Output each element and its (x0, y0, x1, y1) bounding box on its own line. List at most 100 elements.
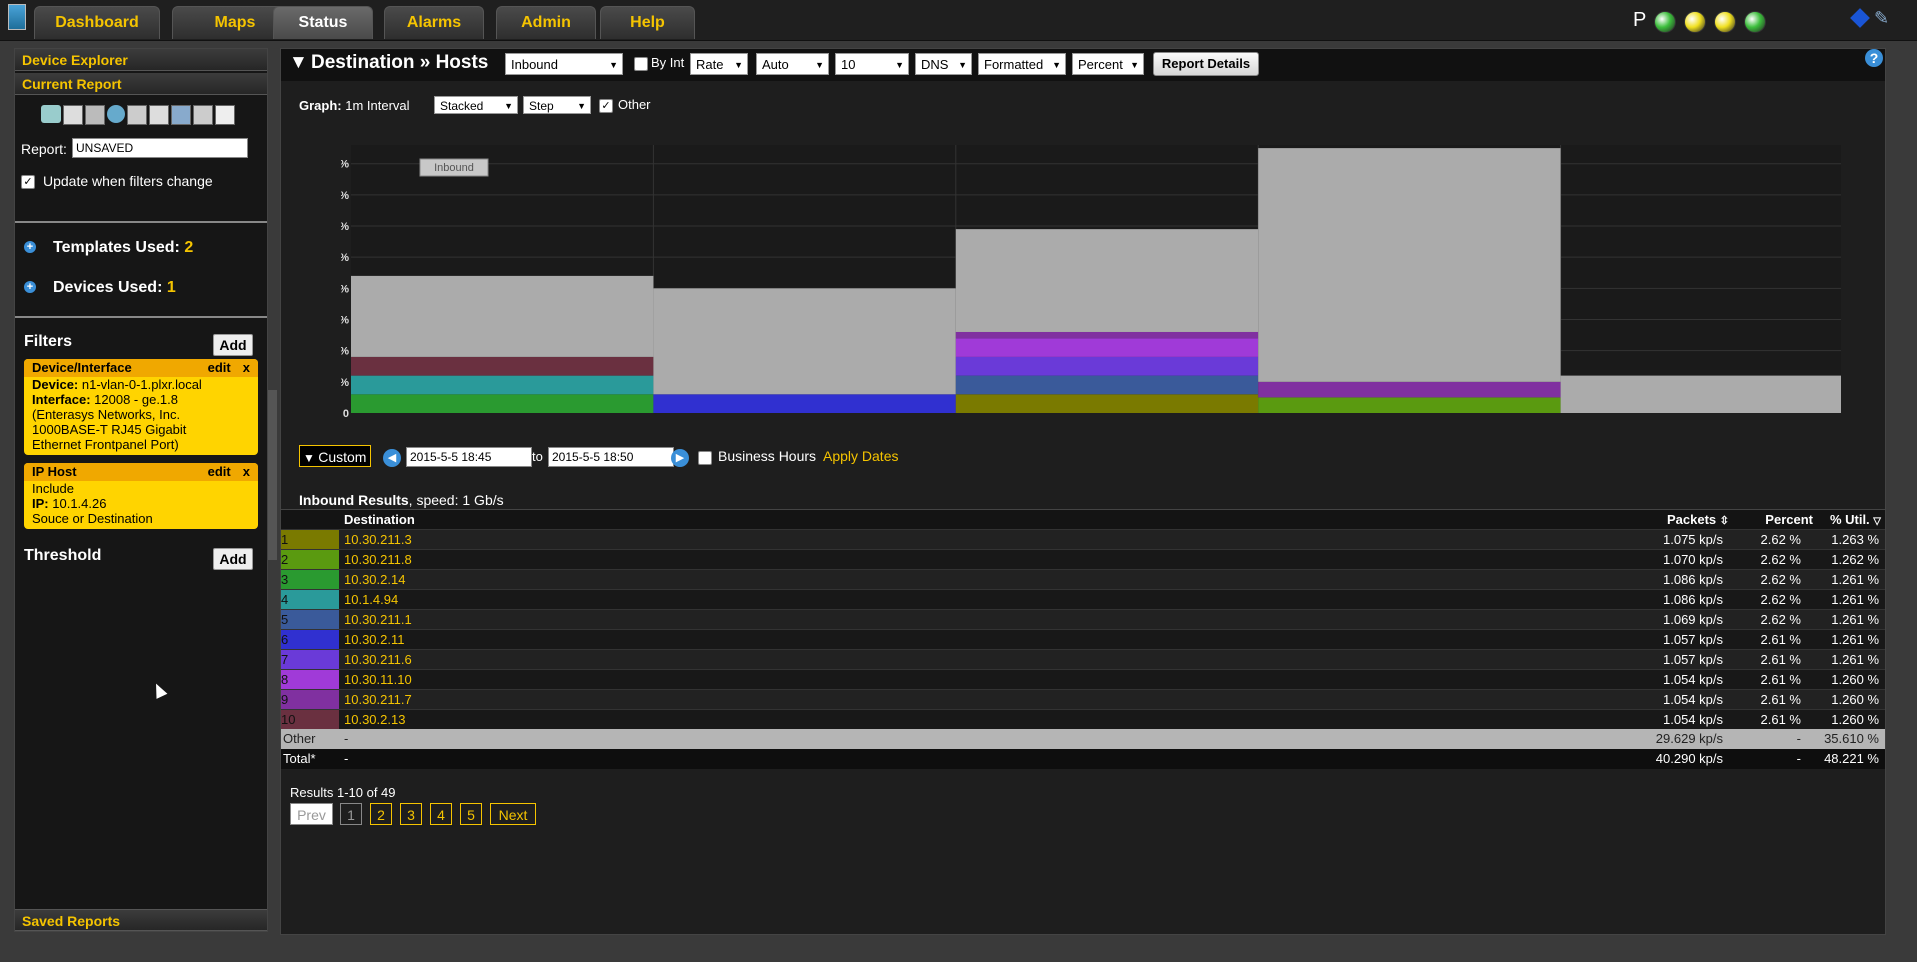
collapse-arrow-icon[interactable]: ▼ (289, 52, 308, 74)
graph-mode-select[interactable]: Stacked (434, 96, 518, 115)
column-util[interactable]: % Util. ▽ (1821, 510, 1881, 530)
row-destination-link[interactable]: 10.30.211.1 (344, 610, 412, 630)
print-icon[interactable] (127, 105, 147, 125)
panel-splitter[interactable] (268, 390, 277, 560)
apply-dates-link[interactable]: Apply Dates (823, 448, 898, 464)
current-report-header[interactable]: Current Report (15, 73, 267, 95)
page-3-button[interactable]: 3 (400, 803, 422, 825)
email-icon[interactable] (171, 105, 191, 125)
new-report-icon[interactable] (41, 105, 61, 123)
filter-title: IP Host (32, 464, 77, 479)
table-row[interactable]: 7 10.30.211.6 1.057 kp/s 2.61 % 1.261 % (281, 649, 1885, 670)
row-destination-link[interactable]: 10.30.211.8 (344, 550, 412, 570)
scale-select[interactable]: Auto (756, 53, 829, 76)
threshold-label: Threshold (24, 547, 102, 564)
table-row[interactable]: 6 10.30.2.11 1.057 kp/s 2.61 % 1.261 % (281, 629, 1885, 650)
column-destination[interactable]: Destination (344, 510, 415, 530)
column-packets-label: Packets (1667, 512, 1717, 527)
devices-used[interactable]: Devices Used: 1 (53, 279, 176, 297)
percent-select[interactable]: Percent (1072, 53, 1144, 76)
expand-templates-icon[interactable]: + (24, 241, 36, 253)
status-led-green-icon[interactable] (1744, 11, 1766, 33)
pdf-icon[interactable] (193, 105, 213, 125)
row-destination-link[interactable]: 10.30.11.10 (344, 670, 412, 690)
status-led-yellow-icon[interactable] (1714, 11, 1736, 33)
y-tick-label: 0 (343, 408, 349, 419)
custom-range-dropdown[interactable]: ▼ Custom (299, 445, 371, 467)
table-row[interactable]: 3 10.30.2.14 1.086 kp/s 2.62 % 1.261 % (281, 569, 1885, 590)
info-diamond-icon[interactable] (1850, 8, 1870, 28)
other-row[interactable]: Other - 29.629 kp/s - 35.610 % (281, 729, 1885, 749)
page-5-button[interactable]: 5 (460, 803, 482, 825)
graph-style-select[interactable]: Step (523, 96, 591, 115)
export-icon[interactable] (149, 105, 169, 125)
row-destination-link[interactable]: 10.30.211.3 (344, 530, 412, 550)
app-logo-icon[interactable] (8, 4, 26, 30)
document-icon[interactable] (215, 105, 235, 125)
row-destination-link[interactable]: 10.30.211.7 (344, 690, 412, 710)
table-row[interactable]: 2 10.30.211.8 1.070 kp/s 2.62 % 1.262 % (281, 549, 1885, 570)
saved-reports-header[interactable]: Saved Reports (15, 909, 267, 931)
prev-page-button[interactable]: Prev (290, 803, 333, 825)
direction-select[interactable]: Inbound (505, 53, 623, 76)
table-row[interactable]: 5 10.30.211.1 1.069 kp/s 2.62 % 1.261 % (281, 609, 1885, 630)
results-summary: Results 1-10 of 49 (290, 785, 396, 800)
tab-admin[interactable]: Admin (496, 6, 596, 39)
y-tick-label: 70 % (341, 190, 349, 202)
business-hours-checkbox[interactable] (698, 451, 712, 465)
remove-filter-icon[interactable]: x (243, 359, 250, 377)
templates-used[interactable]: Templates Used: 2 (53, 239, 193, 257)
row-destination-link[interactable]: 10.30.2.13 (344, 710, 405, 730)
edit-filter-link[interactable]: edit (208, 359, 231, 377)
table-row[interactable]: 8 10.30.11.10 1.054 kp/s 2.61 % 1.260 % (281, 669, 1885, 690)
save-icon[interactable] (63, 105, 83, 125)
table-row[interactable]: 4 10.1.4.94 1.086 kp/s 2.62 % 1.261 % (281, 589, 1885, 610)
status-letter: P (1633, 9, 1647, 31)
help-icon[interactable]: ? (1865, 49, 1883, 67)
remove-filter-icon[interactable]: x (243, 463, 250, 481)
count-select[interactable]: 10 (835, 53, 909, 76)
format-select[interactable]: Formatted (978, 53, 1066, 76)
other-checkbox[interactable]: ✓ (599, 99, 613, 113)
status-led-yellow-icon[interactable] (1684, 11, 1706, 33)
page-2-button[interactable]: 2 (370, 803, 392, 825)
row-destination-link[interactable]: 10.30.211.6 (344, 650, 412, 670)
row-destination-link[interactable]: 10.30.2.11 (344, 630, 404, 650)
table-row[interactable]: 9 10.30.211.7 1.054 kp/s 2.61 % 1.260 % (281, 689, 1885, 710)
column-packets[interactable]: Packets ⇳ (1654, 510, 1729, 530)
tools-icon[interactable]: ✎ (1874, 8, 1889, 29)
add-threshold-button[interactable]: Add (213, 548, 253, 570)
schedule-clock-icon[interactable] (107, 105, 125, 123)
table-row[interactable]: 10 10.30.2.13 1.054 kp/s 2.61 % 1.260 % (281, 709, 1885, 730)
previous-range-icon[interactable]: ◀ (383, 449, 401, 467)
date-to-input[interactable] (548, 447, 674, 467)
rate-select[interactable]: Rate (690, 53, 748, 76)
status-led-green-icon[interactable] (1654, 11, 1676, 33)
report-title: Destination » Hosts (311, 52, 489, 73)
report-name-input[interactable] (72, 138, 248, 158)
next-range-icon[interactable]: ▶ (671, 449, 689, 467)
row-destination-link[interactable]: 10.1.4.94 (344, 590, 398, 610)
table-row[interactable]: 1 10.30.211.3 1.075 kp/s 2.62 % 1.263 % (281, 529, 1885, 550)
column-percent[interactable]: Percent (1751, 510, 1813, 530)
page-4-button[interactable]: 4 (430, 803, 452, 825)
tab-status[interactable]: Status (273, 6, 373, 39)
tab-dashboard[interactable]: Dashboard (34, 6, 160, 39)
device-explorer-header[interactable]: Device Explorer (15, 49, 267, 71)
tab-help[interactable]: Help (600, 6, 695, 39)
series-segment (351, 275, 654, 357)
row-destination-link[interactable]: 10.30.2.14 (344, 570, 405, 590)
next-page-button[interactable]: Next (490, 803, 536, 825)
expand-devices-icon[interactable]: + (24, 281, 36, 293)
add-filter-button[interactable]: Add (213, 334, 253, 356)
edit-filter-link[interactable]: edit (208, 463, 231, 481)
update-filters-checkbox[interactable]: ✓ (21, 175, 35, 189)
date-from-input[interactable] (406, 447, 532, 467)
sort-desc-icon: ▽ (1873, 516, 1881, 527)
page-1-button[interactable]: 1 (340, 803, 362, 825)
by-int-checkbox[interactable] (634, 57, 648, 71)
save-as-icon[interactable] (85, 105, 105, 125)
dns-select[interactable]: DNS (915, 53, 972, 76)
tab-alarms[interactable]: Alarms (384, 6, 484, 39)
report-details-button[interactable]: Report Details (1153, 52, 1259, 76)
